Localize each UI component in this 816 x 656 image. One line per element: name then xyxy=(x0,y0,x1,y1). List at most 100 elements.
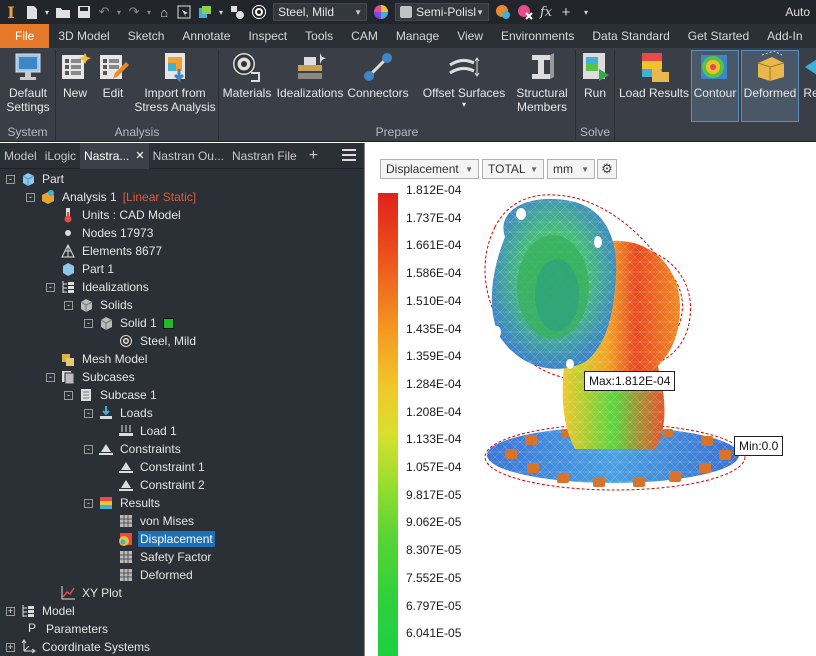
tree-node-elements[interactable]: Elements 8677 xyxy=(60,242,164,260)
tab-add-ins[interactable]: Add-In xyxy=(758,24,811,48)
collapse-toggle-icon[interactable]: - xyxy=(84,408,93,418)
tree-node-constraints[interactable]: - Constraints xyxy=(84,440,183,458)
tree-node-nodes[interactable]: Nodes 17973 xyxy=(60,224,155,242)
collapse-toggle-icon[interactable]: - xyxy=(84,318,93,328)
materials-button[interactable]: Materials xyxy=(221,51,273,100)
tree-node-solid-1[interactable]: - Solid 1 xyxy=(84,314,174,332)
graphics-viewport[interactable]: Displacement ▼ TOTAL ▼ mm ▼ ⚙ 1.812E-04 1… xyxy=(364,143,816,656)
customize-dropdown-icon[interactable]: ▾ xyxy=(576,0,596,24)
collapse-toggle-icon[interactable]: - xyxy=(84,498,93,508)
tab-file[interactable]: File xyxy=(0,24,50,48)
structural-members-button[interactable]: Structural Members xyxy=(512,51,572,114)
shapes-icon[interactable] xyxy=(226,0,248,24)
hamburger-menu-icon[interactable] xyxy=(342,149,356,161)
new-document-icon[interactable] xyxy=(22,0,42,24)
display-settings-button[interactable]: ⚙ xyxy=(597,159,617,179)
collapse-toggle-icon[interactable]: - xyxy=(84,444,93,454)
tab-3d-model[interactable]: 3D Model xyxy=(49,24,118,48)
collapse-toggle-icon[interactable]: - xyxy=(64,300,73,310)
inventor-logo-icon[interactable]: I xyxy=(0,0,22,24)
browser-tab-model[interactable]: Model xyxy=(0,143,41,169)
tree-node-xy-plot[interactable]: XY Plot xyxy=(60,584,124,602)
clear-appearance-icon[interactable] xyxy=(514,0,536,24)
tab-tools[interactable]: Tools xyxy=(296,24,342,48)
tab-annotate[interactable]: Annotate xyxy=(173,24,239,48)
tree-node-material[interactable]: Steel, Mild xyxy=(118,332,198,350)
dropdown-arrow-icon[interactable]: ▾ xyxy=(42,0,52,24)
undo-icon[interactable]: ↶ xyxy=(94,0,114,24)
default-settings-button[interactable]: Default Settings xyxy=(4,51,52,114)
idealizations-button[interactable]: Idealizations xyxy=(275,51,345,100)
dropdown-arrow-icon[interactable]: ▾ xyxy=(216,0,226,24)
component-select[interactable]: TOTAL ▼ xyxy=(482,159,544,179)
collapse-toggle-icon[interactable]: - xyxy=(46,282,55,292)
tree-node-load-1[interactable]: Load 1 xyxy=(118,422,179,440)
tree-node-results[interactable]: - Results xyxy=(84,494,162,512)
tree-node-part[interactable]: - Part xyxy=(6,170,66,188)
load-results-button[interactable]: Load Results xyxy=(618,51,690,100)
deformed-button[interactable]: Deformed xyxy=(741,50,799,122)
close-icon[interactable]: ✕ xyxy=(135,149,144,162)
tree-node-constraint-1[interactable]: Constraint 1 xyxy=(118,458,207,476)
tree-node-units[interactable]: Units : CAD Model xyxy=(60,206,183,224)
plus-icon[interactable]: + xyxy=(556,0,576,24)
select-arrow-icon[interactable] xyxy=(174,0,194,24)
edit-analysis-button[interactable]: Edit xyxy=(96,51,130,100)
tree-node-model[interactable]: + Model xyxy=(6,602,77,620)
collapse-toggle-icon[interactable]: - xyxy=(26,192,35,202)
tree-node-von-mises[interactable]: von Mises xyxy=(118,512,196,530)
home-icon[interactable]: ⌂ xyxy=(154,0,174,24)
tree-node-loads[interactable]: - Loads xyxy=(84,404,155,422)
tree-node-mesh-model[interactable]: Mesh Model xyxy=(60,350,149,368)
appearance-select[interactable]: Semi-Polisl ▼ xyxy=(395,3,490,21)
new-analysis-button[interactable]: New xyxy=(58,51,92,100)
tab-inspect[interactable]: Inspect xyxy=(239,24,296,48)
open-folder-icon[interactable] xyxy=(52,0,74,24)
collapse-toggle-icon[interactable]: - xyxy=(46,372,55,382)
tab-environments[interactable]: Environments xyxy=(492,24,583,48)
dropdown-arrow-icon[interactable]: ▾ xyxy=(114,0,124,24)
tree-node-constraint-2[interactable]: Constraint 2 xyxy=(118,476,207,494)
browser-tab-nastran-output[interactable]: Nastran Ou... xyxy=(149,143,228,169)
update-icon[interactable] xyxy=(194,0,216,24)
units-select[interactable]: mm ▼ xyxy=(547,159,595,179)
tree-node-solids[interactable]: - Solids xyxy=(64,296,135,314)
add-tab-plus-icon[interactable]: + xyxy=(301,147,326,165)
browser-tab-nastran[interactable]: Nastra... ✕ xyxy=(80,142,149,169)
redo-icon[interactable]: ↷ xyxy=(124,0,144,24)
contour-button[interactable]: Contour xyxy=(691,50,739,122)
tab-view[interactable]: View xyxy=(448,24,492,48)
run-button[interactable]: Run xyxy=(578,51,612,100)
tree-node-subcase-1[interactable]: - Subcase 1 xyxy=(64,386,159,404)
collapse-toggle-icon[interactable]: - xyxy=(64,390,73,400)
save-icon[interactable] xyxy=(74,0,94,24)
parameters-fx-icon[interactable]: fx xyxy=(536,0,556,24)
result-type-select[interactable]: Displacement ▼ xyxy=(380,159,479,179)
tree-node-idealizations[interactable]: - Idealizations xyxy=(46,278,151,296)
reset-button[interactable]: Re xyxy=(801,51,816,100)
tree-node-subcases[interactable]: - Subcases xyxy=(46,368,137,386)
offset-surfaces-button[interactable]: Offset Surfaces ▾ xyxy=(420,51,508,110)
tab-cam[interactable]: CAM xyxy=(342,24,387,48)
adjust-appearance-icon[interactable] xyxy=(492,0,514,24)
tab-manage[interactable]: Manage xyxy=(387,24,448,48)
material-select[interactable]: Steel, Mild ▼ xyxy=(273,3,368,21)
expand-toggle-icon[interactable]: + xyxy=(6,606,15,616)
material-globe-icon[interactable] xyxy=(248,0,270,24)
tree-node-coordinate-systems[interactable]: + Coordinate Systems xyxy=(6,638,152,656)
tree-node-analysis[interactable]: - Analysis 1 [Linear Static] xyxy=(26,188,196,206)
connectors-button[interactable]: Connectors xyxy=(346,51,410,100)
appearance-color-wheel-icon[interactable] xyxy=(370,0,392,24)
dropdown-arrow-icon[interactable]: ▾ xyxy=(144,0,154,24)
browser-tab-ilogic[interactable]: iLogic xyxy=(41,143,80,169)
tab-sketch[interactable]: Sketch xyxy=(119,24,174,48)
tree-node-displacement[interactable]: Displacement xyxy=(118,530,215,548)
collapse-toggle-icon[interactable]: - xyxy=(6,174,15,184)
import-from-stress-analysis-button[interactable]: Import from Stress Analysis xyxy=(132,51,218,114)
tab-data-standard[interactable]: Data Standard xyxy=(583,24,678,48)
browser-tab-nastran-file[interactable]: Nastran File xyxy=(228,143,301,169)
expand-toggle-icon[interactable]: + xyxy=(6,642,15,652)
tree-node-part-1[interactable]: Part 1 xyxy=(60,260,116,278)
tree-node-parameters[interactable]: P Parameters xyxy=(24,620,110,638)
tree-node-safety-factor[interactable]: Safety Factor xyxy=(118,548,213,566)
